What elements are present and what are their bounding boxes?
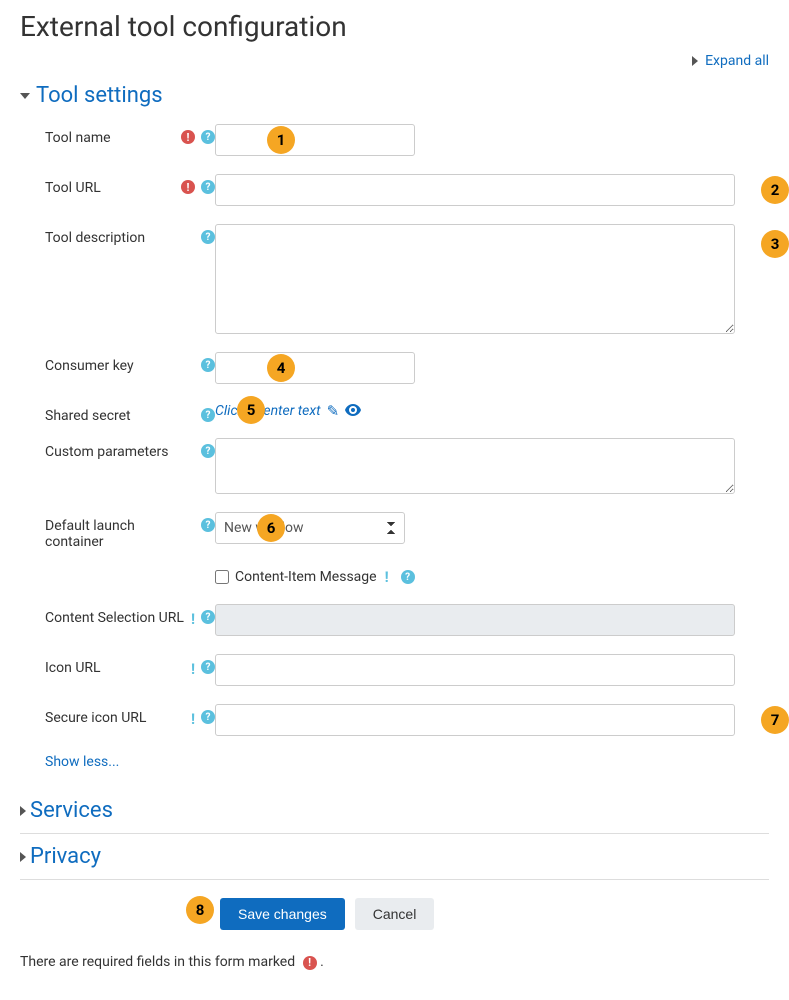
help-icon[interactable]: ? xyxy=(201,130,215,144)
section-privacy-title: Privacy xyxy=(30,844,101,869)
label-shared-secret: Shared secret xyxy=(45,408,195,424)
secure-icon-url-input[interactable] xyxy=(215,704,735,736)
label-tool-description: Tool description xyxy=(45,230,195,246)
annotation-badge-2: 2 xyxy=(761,176,789,204)
annotation-badge-6: 6 xyxy=(257,514,285,542)
field-custom-parameters: Custom parameters ? xyxy=(45,438,769,494)
help-icon[interactable]: ? xyxy=(201,408,215,422)
required-icon: ! xyxy=(181,130,195,144)
show-less-link[interactable]: Show less... xyxy=(45,754,119,770)
caret-right-icon xyxy=(692,56,698,66)
field-icon-url: Icon URL ! ? xyxy=(45,654,769,686)
field-consumer-key: Consumer key ? 4 xyxy=(45,352,769,384)
label-secure-icon-url: Secure icon URL xyxy=(45,710,189,726)
annotation-badge-4: 4 xyxy=(267,354,295,382)
field-tool-url: Tool URL ! ? 2 xyxy=(45,174,769,206)
advanced-icon: ! xyxy=(191,610,195,628)
field-tool-name: Tool name ! ? 1 xyxy=(45,124,769,156)
section-privacy-header[interactable]: Privacy xyxy=(20,838,769,880)
field-content-item-message: Content-Item Message ! ? xyxy=(45,568,769,586)
label-consumer-key: Consumer key xyxy=(45,358,195,374)
label-icon-url: Icon URL xyxy=(45,660,189,676)
tool-name-input[interactable] xyxy=(215,124,415,156)
field-default-launch-container: Default launch container ? New window 6 xyxy=(45,512,769,550)
consumer-key-input[interactable] xyxy=(215,352,415,384)
content-selection-url-input xyxy=(215,604,735,636)
section-tool-settings-title: Tool settings xyxy=(36,83,163,108)
expand-all-label: Expand all xyxy=(705,53,769,69)
expand-all-link[interactable]: Expand all xyxy=(692,53,769,69)
annotation-badge-7: 7 xyxy=(761,706,789,734)
pencil-icon[interactable]: ✎ xyxy=(327,402,340,420)
tool-description-textarea[interactable] xyxy=(215,224,735,334)
annotation-badge-3: 3 xyxy=(761,230,789,258)
help-icon[interactable]: ? xyxy=(201,444,215,458)
annotation-badge-8: 8 xyxy=(186,896,214,924)
form-actions: 8 Save changes Cancel xyxy=(20,884,769,944)
help-icon[interactable]: ? xyxy=(201,660,215,674)
tool-settings-fields: Tool name ! ? 1 Tool URL ! ? 2 Tool desc… xyxy=(20,114,769,786)
shared-secret-link[interactable]: Click to enter text xyxy=(215,403,321,419)
tool-url-input[interactable] xyxy=(215,174,735,206)
advanced-icon: ! xyxy=(191,710,195,728)
label-content-selection-url: Content Selection URL xyxy=(45,610,189,626)
field-tool-description: Tool description ? 3 xyxy=(45,224,769,334)
advanced-icon: ! xyxy=(191,660,195,678)
help-icon[interactable]: ? xyxy=(201,358,215,372)
required-icon: ! xyxy=(303,956,317,970)
advanced-icon: ! xyxy=(385,568,389,586)
caret-right-icon xyxy=(20,806,26,816)
annotation-badge-1: 1 xyxy=(267,126,295,154)
caret-right-icon xyxy=(20,852,26,862)
caret-down-icon xyxy=(20,93,30,99)
help-icon[interactable]: ? xyxy=(201,180,215,194)
help-icon[interactable]: ? xyxy=(201,230,215,244)
icon-url-input[interactable] xyxy=(215,654,735,686)
section-services-title: Services xyxy=(30,798,113,823)
annotation-badge-5: 5 xyxy=(237,396,265,424)
label-tool-url: Tool URL xyxy=(45,180,177,196)
label-tool-name: Tool name xyxy=(45,130,177,146)
help-icon[interactable]: ? xyxy=(201,518,215,532)
field-secure-icon-url: Secure icon URL ! ? 7 xyxy=(45,704,769,736)
field-shared-secret: Shared secret ? Click to enter text ✎ 5 xyxy=(45,402,769,424)
help-icon[interactable]: ? xyxy=(201,710,215,724)
page-title: External tool configuration xyxy=(20,10,769,43)
field-content-selection-url: Content Selection URL ! ? xyxy=(45,604,769,636)
required-fields-note: There are required fields in this form m… xyxy=(20,954,769,970)
label-content-item-message: Content-Item Message xyxy=(235,569,377,585)
content-item-message-checkbox[interactable] xyxy=(215,570,229,584)
section-services-header[interactable]: Services xyxy=(20,792,769,834)
custom-parameters-textarea[interactable] xyxy=(215,438,735,494)
section-tool-settings-header[interactable]: Tool settings xyxy=(20,77,769,114)
save-button[interactable]: Save changes xyxy=(220,898,345,930)
label-custom-parameters: Custom parameters xyxy=(45,444,195,460)
label-default-launch-container: Default launch container xyxy=(45,518,195,550)
cancel-button[interactable]: Cancel xyxy=(355,898,435,930)
default-launch-container-select[interactable]: New window xyxy=(215,512,405,544)
required-icon: ! xyxy=(181,180,195,194)
eye-icon[interactable] xyxy=(345,402,361,420)
help-icon[interactable]: ? xyxy=(201,610,215,624)
help-icon[interactable]: ? xyxy=(401,570,415,584)
